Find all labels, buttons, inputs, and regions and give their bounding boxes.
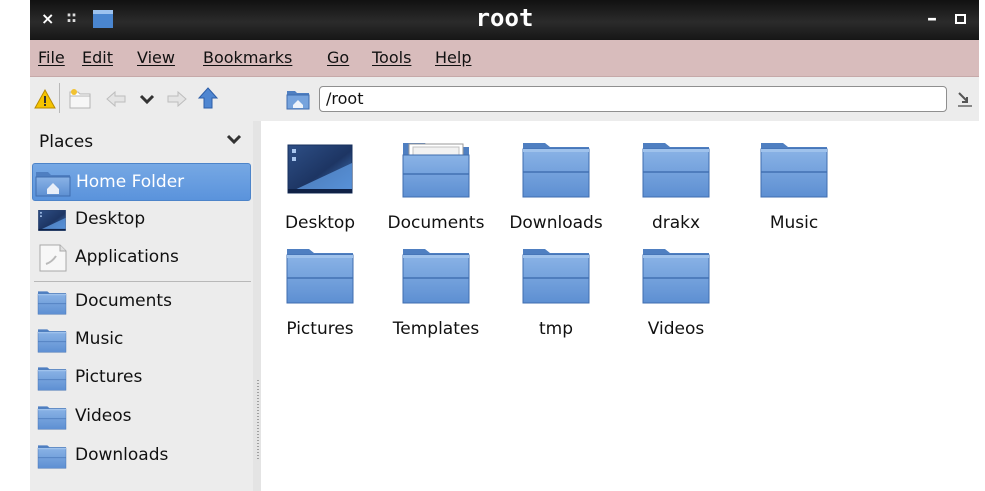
file-item-pictures[interactable]: Pictures xyxy=(261,241,379,339)
sidebar-item-pictures[interactable]: Pictures xyxy=(32,359,251,397)
toolbar-separator xyxy=(59,83,60,113)
folder-icon xyxy=(34,442,70,470)
location-input[interactable]: /root xyxy=(319,86,947,112)
sidebar-item-label: Applications xyxy=(75,247,179,267)
file-item-videos[interactable]: Videos xyxy=(617,241,735,339)
file-item-music[interactable]: Music xyxy=(735,135,853,233)
file-label: Music xyxy=(769,213,819,233)
sidebar-item-label: Documents xyxy=(75,291,172,311)
clear-location-icon[interactable] xyxy=(956,89,974,109)
sidebar-item-label: Downloads xyxy=(75,445,169,465)
chevron-down-icon[interactable] xyxy=(225,130,243,148)
file-label: Desktop xyxy=(284,213,356,233)
screen-margin-left xyxy=(0,0,30,491)
menu-view[interactable]: View xyxy=(137,48,175,67)
new-folder-icon[interactable] xyxy=(68,88,92,110)
back-icon[interactable] xyxy=(105,89,127,109)
folder-icon xyxy=(34,326,70,354)
folder-icon xyxy=(520,135,592,201)
forward-icon[interactable] xyxy=(166,89,188,109)
file-manager-window: × :: root – File Edit View Bookmarks Go … xyxy=(30,0,979,491)
home-location-icon[interactable] xyxy=(286,88,310,110)
warning-icon[interactable] xyxy=(34,88,56,110)
file-label: Pictures xyxy=(286,319,354,339)
folder-icon xyxy=(640,135,712,201)
file-item-downloads[interactable]: Downloads xyxy=(497,135,615,233)
sidebar-item-label: Music xyxy=(75,329,124,349)
folder-icon xyxy=(284,241,356,307)
folder-icon xyxy=(400,241,472,307)
menu-tools[interactable]: Tools xyxy=(372,48,411,67)
file-item-drakx[interactable]: drakx xyxy=(617,135,735,233)
sidebar-item-applications[interactable]: Applications xyxy=(32,239,251,277)
file-item-desktop[interactable]: Desktop xyxy=(261,135,379,233)
desktop-icon xyxy=(34,206,70,234)
sidebar-divider xyxy=(34,281,251,282)
sidebar-item-documents[interactable]: Documents xyxy=(32,283,251,321)
file-item-documents[interactable]: Documents xyxy=(377,135,495,233)
folder-icon xyxy=(34,364,70,392)
file-item-tmp[interactable]: tmp xyxy=(497,241,615,339)
places-header[interactable]: Places xyxy=(39,132,93,152)
file-item-templates[interactable]: Templates xyxy=(377,241,495,339)
file-view[interactable]: Desktop Documents Downloads drakx Music … xyxy=(261,121,979,491)
file-label: Templates xyxy=(392,319,480,339)
splitter-grip[interactable] xyxy=(257,380,259,460)
sidebar-item-label: Pictures xyxy=(75,367,143,387)
menu-go[interactable]: Go xyxy=(327,48,349,67)
screen-margin-right xyxy=(979,0,985,491)
desktop-icon xyxy=(284,135,356,201)
sidebar-item-desktop[interactable]: Desktop xyxy=(32,201,251,239)
sidebar-item-home-folder[interactable]: Home Folder xyxy=(32,163,251,201)
home-folder-icon xyxy=(35,169,71,197)
folder-icon xyxy=(640,241,712,307)
maximize-icon[interactable] xyxy=(955,14,966,24)
window-title: root xyxy=(475,4,534,32)
menu-edit[interactable]: Edit xyxy=(82,48,113,67)
file-label: drakx xyxy=(651,213,701,233)
menu-file[interactable]: File xyxy=(38,48,65,67)
menu-bookmarks[interactable]: Bookmarks xyxy=(203,48,292,67)
toolbar: /root xyxy=(30,77,979,121)
sidebar-item-downloads[interactable]: Downloads xyxy=(32,437,251,475)
places-sidebar: Places Home Folder Desktop Applications … xyxy=(30,121,253,491)
file-label: Videos xyxy=(647,319,705,339)
folder-icon xyxy=(34,403,70,431)
sidebar-item-label: Desktop xyxy=(75,209,146,229)
sidebar-item-label: Home Folder xyxy=(76,172,185,192)
sidebar-item-music[interactable]: Music xyxy=(32,321,251,359)
documents-folder-icon xyxy=(400,135,472,201)
menu-bar: File Edit View Bookmarks Go Tools Help xyxy=(30,40,979,77)
sidebar-item-label: Videos xyxy=(75,406,132,426)
file-label: Downloads xyxy=(509,213,603,233)
title-bar[interactable]: × :: root – xyxy=(30,0,979,40)
sidebar-item-videos[interactable]: Videos xyxy=(32,398,251,436)
folder-icon xyxy=(520,241,592,307)
file-label: tmp xyxy=(538,319,574,339)
applications-icon xyxy=(34,244,70,272)
menu-help[interactable]: Help xyxy=(435,48,471,67)
up-icon[interactable] xyxy=(197,86,219,110)
folder-icon xyxy=(34,288,70,316)
minimize-icon[interactable]: – xyxy=(927,6,937,30)
file-label: Documents xyxy=(387,213,485,233)
history-dropdown-icon[interactable] xyxy=(138,91,156,107)
folder-icon xyxy=(758,135,830,201)
